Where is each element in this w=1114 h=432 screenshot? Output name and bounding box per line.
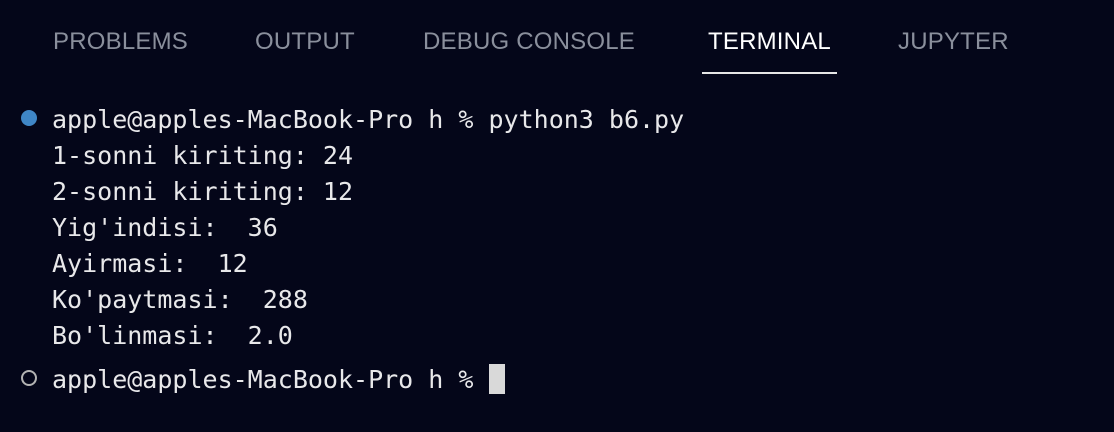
text-cursor <box>488 364 505 394</box>
command-line-2[interactable]: apple@apples-MacBook-Pro h % <box>52 362 505 398</box>
prompt-text: apple@apples-MacBook-Pro h % <box>52 365 489 394</box>
tab-problems-label: PROBLEMS <box>53 28 188 55</box>
tab-jupyter-label: JUPYTER <box>898 28 1009 55</box>
active-tab-indicator <box>702 72 837 74</box>
tab-output-label: OUTPUT <box>255 28 355 55</box>
output-line: Ko'paytmasi: 288 <box>52 285 308 314</box>
tab-terminal-label: TERMINAL <box>708 28 831 55</box>
tab-problems[interactable]: PROBLEMS <box>53 28 188 74</box>
output-line: Ayirmasi: 12 <box>52 249 248 278</box>
command-pending-icon[interactable] <box>21 370 37 386</box>
tab-jupyter[interactable]: JUPYTER <box>898 28 1009 74</box>
command-success-icon[interactable] <box>21 110 37 126</box>
command-line-1: apple@apples-MacBook-Pro h % python3 b6.… <box>52 105 685 134</box>
tab-debug-console[interactable]: DEBUG CONSOLE <box>423 28 635 74</box>
panel-tabs: PROBLEMS OUTPUT DEBUG CONSOLE TERMINAL J… <box>0 0 1114 86</box>
tab-terminal[interactable]: TERMINAL <box>702 28 837 74</box>
output-line: Bo'linmasi: 2.0 <box>52 321 293 350</box>
tab-output[interactable]: OUTPUT <box>255 28 355 74</box>
tab-debug-console-label: DEBUG CONSOLE <box>423 28 635 55</box>
terminal-panel: PROBLEMS OUTPUT DEBUG CONSOLE TERMINAL J… <box>0 0 1114 432</box>
output-line: Yig'indisi: 36 <box>52 213 278 242</box>
output-line: 2-sonni kiriting: 12 <box>52 177 354 206</box>
output-line: 1-sonni kiriting: 24 <box>52 141 354 170</box>
